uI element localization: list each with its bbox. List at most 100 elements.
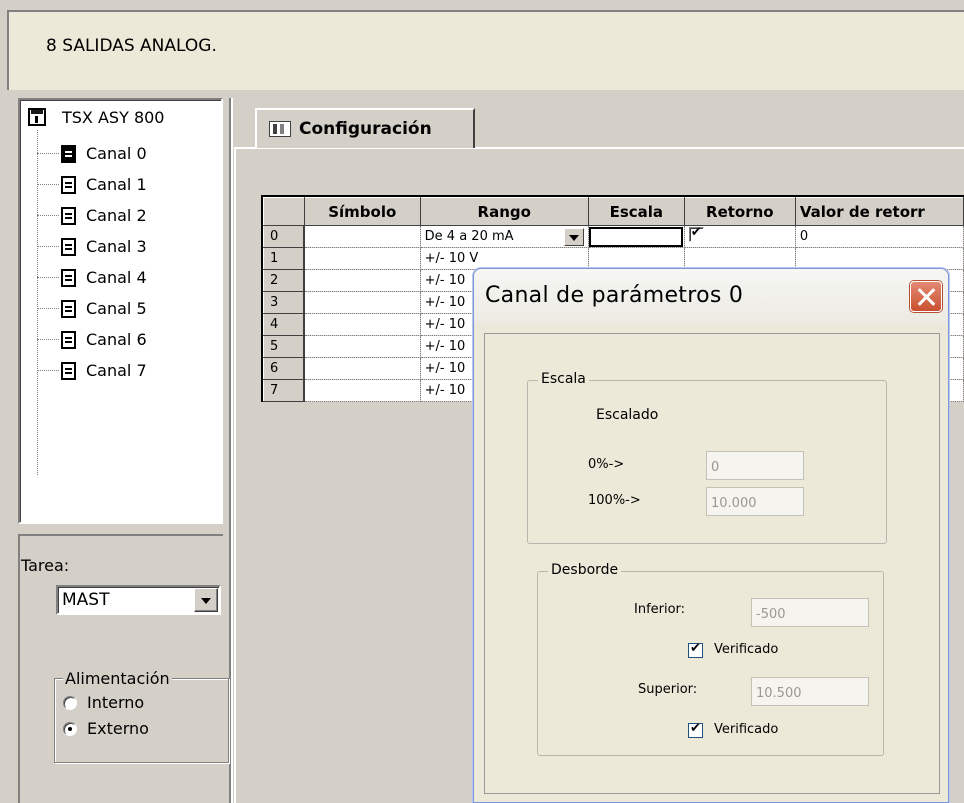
document-icon bbox=[61, 237, 76, 256]
module-title: 8 SALIDAS ANALOG. bbox=[46, 36, 217, 56]
tree-item-canal-3[interactable]: Canal 3 bbox=[37, 231, 147, 262]
fallback-checkbox[interactable] bbox=[688, 226, 704, 242]
dialog-title-bar[interactable]: Canal de parámetros 0 bbox=[474, 269, 948, 325]
fallback-value-cell[interactable]: 0 bbox=[795, 225, 964, 248]
row-index[interactable]: 5 bbox=[263, 335, 306, 358]
configuration-icon bbox=[269, 121, 291, 137]
channel-parameters-dialog: Canal de parámetros 0 Escala Escalado 0%… bbox=[473, 268, 949, 803]
grid-corner bbox=[263, 197, 305, 226]
tree-root-module[interactable]: TSX ASY 800 bbox=[28, 105, 164, 129]
document-icon bbox=[61, 144, 76, 163]
radio-label: Externo bbox=[87, 719, 149, 738]
tree-item-canal-5[interactable]: Canal 5 bbox=[37, 293, 147, 324]
document-icon bbox=[61, 299, 76, 318]
symbol-cell[interactable] bbox=[304, 357, 421, 380]
range-select-value: De 4 a 20 mA bbox=[424, 229, 514, 244]
tree-branch bbox=[37, 339, 59, 340]
row-index[interactable]: 1 bbox=[263, 247, 306, 270]
lower-verified-checkbox[interactable] bbox=[688, 641, 703, 658]
row-index[interactable]: 7 bbox=[263, 379, 306, 402]
symbol-cell[interactable] bbox=[304, 269, 421, 292]
symbol-cell[interactable] bbox=[304, 335, 421, 358]
tree-item-label: Canal 0 bbox=[86, 144, 147, 163]
tab-configuracion[interactable]: Configuración bbox=[255, 108, 475, 148]
tree-item-canal-1[interactable]: Canal 1 bbox=[37, 169, 147, 200]
column-header-symbol[interactable]: Símbolo bbox=[303, 197, 421, 226]
fallback-cell[interactable] bbox=[684, 225, 796, 248]
upper-verified-checkbox[interactable] bbox=[688, 721, 703, 738]
row-index[interactable]: 2 bbox=[263, 269, 306, 292]
radio-button[interactable] bbox=[63, 721, 77, 736]
column-header-fallback-value[interactable]: Valor de retorr bbox=[794, 197, 964, 226]
tree-branch bbox=[37, 184, 59, 185]
symbol-cell[interactable] bbox=[304, 225, 421, 248]
tree-item-label: Canal 5 bbox=[86, 299, 147, 318]
module-icon bbox=[28, 108, 46, 126]
task-label: Tarea: bbox=[21, 556, 70, 575]
table-row[interactable]: 0 De 4 a 20 mA 0 bbox=[263, 225, 964, 248]
tree-item-label: Canal 7 bbox=[86, 361, 147, 380]
scaling-heading: Escalado bbox=[596, 407, 659, 423]
table-row[interactable]: 1 +/- 10 V bbox=[263, 247, 964, 270]
dialog-title: Canal de parámetros 0 bbox=[485, 283, 744, 308]
dialog-body: Escala Escalado 0%-> 0 100%-> 10.000 Des… bbox=[484, 333, 940, 794]
power-option-internal[interactable]: Interno bbox=[63, 693, 144, 712]
fallback-value-cell[interactable] bbox=[795, 247, 964, 270]
fallback-cell[interactable] bbox=[684, 247, 796, 270]
symbol-cell[interactable] bbox=[304, 379, 421, 402]
row-index[interactable]: 3 bbox=[263, 291, 306, 314]
tree-item-label: Canal 4 bbox=[86, 268, 147, 287]
tree-item-canal-7[interactable]: Canal 7 bbox=[37, 355, 147, 386]
symbol-cell[interactable] bbox=[304, 291, 421, 314]
scale-cell[interactable] bbox=[588, 247, 685, 270]
scale-group-legend: Escala bbox=[538, 371, 589, 387]
tree-item-label: Canal 2 bbox=[86, 206, 147, 225]
lower-limit-field[interactable]: -500 bbox=[751, 598, 869, 627]
task-select-value: MAST bbox=[62, 590, 110, 610]
lower-verified-label: Verificado bbox=[714, 642, 779, 657]
document-icon bbox=[61, 206, 76, 225]
column-header-scale[interactable]: Escala bbox=[587, 197, 685, 226]
scale-group: Escala Escalado 0%-> 0 100%-> 10.000 bbox=[527, 371, 887, 544]
tree-item-canal-4[interactable]: Canal 4 bbox=[37, 262, 147, 293]
power-option-external[interactable]: Externo bbox=[63, 719, 149, 738]
scale-cell[interactable] bbox=[588, 225, 685, 248]
tree-root-label: TSX ASY 800 bbox=[62, 107, 165, 127]
tree-item-canal-0[interactable]: Canal 0 bbox=[37, 138, 147, 169]
close-icon[interactable] bbox=[910, 281, 942, 312]
upper-limit-label: Superior: bbox=[638, 682, 698, 697]
range-cell[interactable]: +/- 10 V bbox=[420, 247, 589, 270]
tree-branch bbox=[37, 215, 59, 216]
power-supply-legend: Alimentación bbox=[63, 669, 172, 688]
task-select[interactable]: MAST bbox=[56, 585, 221, 615]
scale-edit-field[interactable] bbox=[588, 226, 683, 247]
symbol-cell[interactable] bbox=[304, 247, 421, 270]
range-select[interactable]: De 4 a 20 mA bbox=[424, 227, 584, 246]
tree-item-canal-2[interactable]: Canal 2 bbox=[37, 200, 147, 231]
row-index[interactable]: 6 bbox=[263, 357, 306, 380]
panel-splitter[interactable] bbox=[229, 98, 233, 803]
radio-button[interactable] bbox=[63, 695, 77, 710]
chevron-down-icon[interactable] bbox=[194, 588, 218, 612]
range-cell[interactable]: De 4 a 20 mA bbox=[420, 225, 589, 248]
row-index[interactable]: 4 bbox=[263, 313, 306, 336]
tree-branch bbox=[37, 246, 59, 247]
full-percent-label: 100%-> bbox=[588, 493, 641, 508]
tree-branch bbox=[37, 370, 59, 371]
column-header-fallback[interactable]: Retorno bbox=[683, 197, 796, 226]
full-percent-field[interactable]: 10.000 bbox=[706, 487, 804, 516]
tree-item-canal-6[interactable]: Canal 6 bbox=[37, 324, 147, 355]
grid-header-row: Símbolo Rango Escala Retorno Valor de re… bbox=[263, 197, 964, 226]
tree-item-label: Canal 3 bbox=[86, 237, 147, 256]
zero-percent-field[interactable]: 0 bbox=[706, 451, 804, 480]
module-header: 8 SALIDAS ANALOG. bbox=[7, 10, 964, 90]
symbol-cell[interactable] bbox=[304, 313, 421, 336]
radio-label: Interno bbox=[87, 693, 145, 712]
channel-tree[interactable]: TSX ASY 800 Canal 0 Canal 1 Canal 2 Cana… bbox=[18, 98, 223, 524]
upper-limit-field[interactable]: 10.500 bbox=[751, 677, 869, 706]
tab-label: Configuración bbox=[299, 119, 432, 139]
document-icon bbox=[61, 175, 76, 194]
column-header-range[interactable]: Rango bbox=[419, 197, 589, 226]
row-index[interactable]: 0 bbox=[263, 225, 306, 248]
chevron-down-icon[interactable] bbox=[563, 227, 584, 246]
